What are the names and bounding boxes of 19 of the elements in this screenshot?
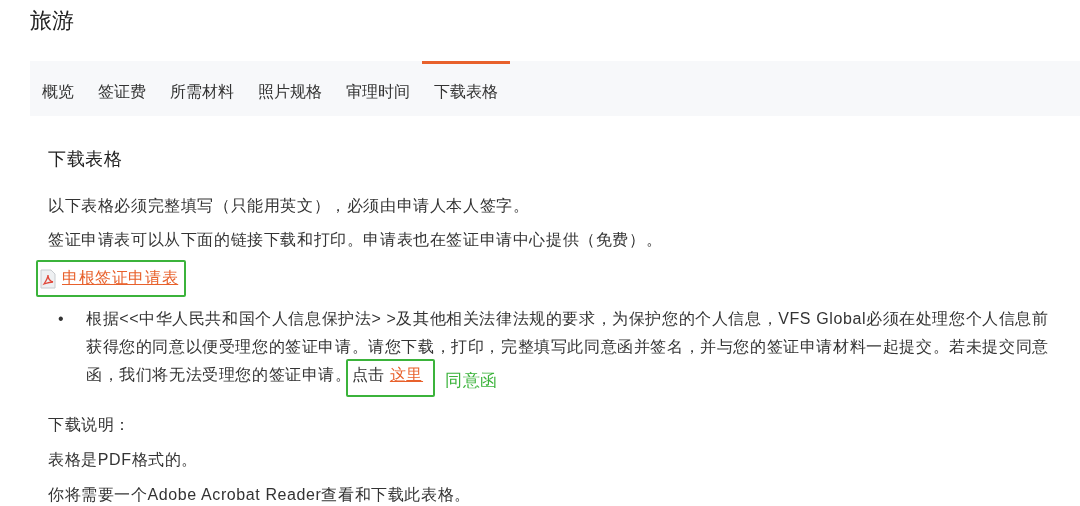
bullet-marker: • (58, 309, 66, 329)
tab[interactable]: 所需材料 (158, 61, 246, 116)
here-link[interactable]: 这里 (389, 366, 424, 383)
tab[interactable]: 下载表格 (422, 61, 510, 116)
tab[interactable]: 照片规格 (246, 61, 334, 116)
page-title: 旅游 (29, 7, 75, 35)
note-text: 下载说明： (48, 415, 132, 435)
download-link[interactable]: 申根签证申请表 (62, 268, 179, 289)
tab[interactable]: 概览 (30, 61, 86, 116)
paragraph: 签证申请表可以从下面的链接下载和打印。申请表也在签证申请中心提供（免费）。 (48, 230, 664, 250)
pdf-file-icon (40, 268, 56, 289)
annotation-label: 同意函 (445, 370, 498, 392)
bullet-paragraph: 根据<<中华人民共和国个人信息保护法> >及其他相关法律法规的要求，为保护您的个人信息，VFS Global必须在处理您个人信息前获得您的同意以便受理您的签证申请。请您下载，打印，完整填写此同意函并签名，并与您的签证申请材料一起提交。若未提交同意函，我们将无法受理您的签证申请。点击 这里 同意函 (86, 305, 1052, 399)
tab[interactable]: 审理时间 (334, 61, 422, 116)
note-text: 你将需要一个Adobe Acrobat Reader查看和下载此表格。 (48, 485, 472, 505)
note-text: 表格是PDF格式的。 (48, 450, 199, 470)
paragraph: 以下表格必须完整填写（只能用英文），必须由申请人本人签字。 (48, 196, 531, 216)
section-heading: 下载表格 (48, 148, 124, 171)
tab[interactable]: 签证费 (86, 61, 158, 116)
